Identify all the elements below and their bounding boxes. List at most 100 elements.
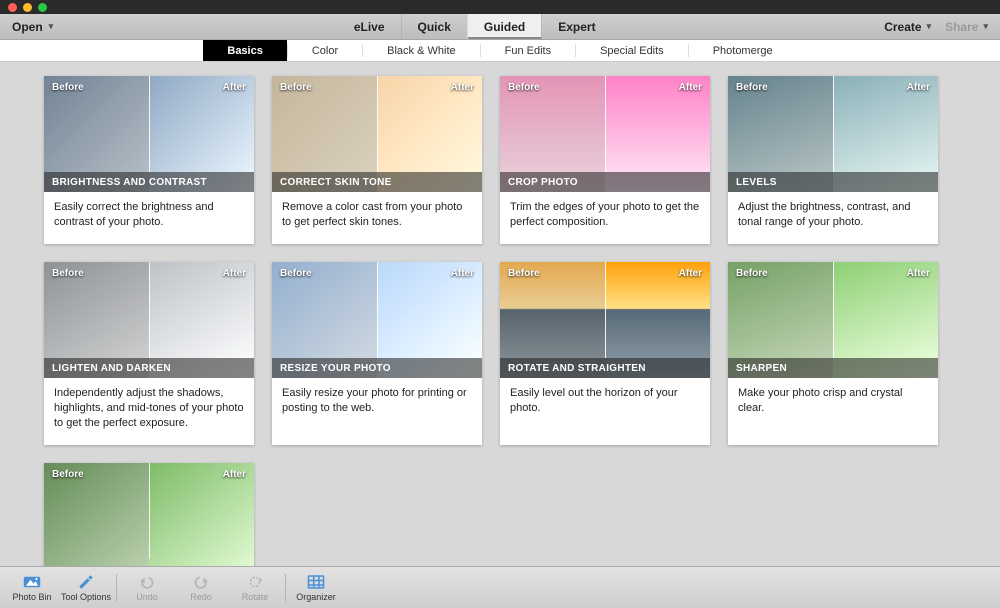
undo-icon xyxy=(138,574,156,590)
card-description: Remove a color cast from your photo to g… xyxy=(272,192,482,244)
chevron-down-icon: ▾ xyxy=(49,21,54,32)
card-thumbnail: Before After RESIZE YOUR PHOTO xyxy=(272,262,482,378)
card-thumbnail: Before After LEVELS xyxy=(728,76,938,192)
card-vignette-effect[interactable]: Before After xyxy=(44,463,254,566)
subtab-photomerge[interactable]: Photomerge xyxy=(689,40,797,61)
card-thumbnail: Before After xyxy=(44,463,254,566)
right-actions: Create ▾ Share ▾ xyxy=(884,14,1000,39)
card-description: Make your photo crisp and crystal clear. xyxy=(728,378,938,430)
subtab-label: Basics xyxy=(227,45,262,57)
toolbar-separator xyxy=(116,574,117,602)
before-label: Before xyxy=(52,82,84,93)
card-thumbnail: Before After CORRECT SKIN TONE xyxy=(272,76,482,192)
card-title: BRIGHTNESS AND CONTRAST xyxy=(44,172,254,192)
after-label: After xyxy=(679,82,702,93)
card-description: Independently adjust the shadows, highli… xyxy=(44,378,254,445)
before-label: Before xyxy=(736,82,768,93)
after-label: After xyxy=(223,82,246,93)
window-close-button[interactable] xyxy=(8,3,17,12)
card-title: RESIZE YOUR PHOTO xyxy=(272,358,482,378)
mode-tab-quick[interactable]: Quick xyxy=(401,14,467,39)
subtab-black-white[interactable]: Black & White xyxy=(363,40,479,61)
toolbar-separator xyxy=(285,574,286,602)
redo-icon xyxy=(192,574,210,590)
card-description: Easily resize your photo for printing or… xyxy=(272,378,482,430)
tool-label: Tool Options xyxy=(61,592,111,602)
subtab-label: Fun Edits xyxy=(505,45,551,57)
after-label: After xyxy=(907,268,930,279)
mode-tab-elive[interactable]: eLive xyxy=(338,14,401,39)
share-menu-button: Share ▾ xyxy=(945,20,988,34)
card-crop-photo[interactable]: Before After CROP PHOTO Trim the edges o… xyxy=(500,76,710,244)
card-title: CORRECT SKIN TONE xyxy=(272,172,482,192)
subtab-color[interactable]: Color xyxy=(288,40,362,61)
open-menu-label: Open xyxy=(12,20,43,34)
card-description: Trim the edges of your photo to get the … xyxy=(500,192,710,244)
window-maximize-button[interactable] xyxy=(38,3,47,12)
window-minimize-button[interactable] xyxy=(23,3,32,12)
workspace-mode-tabs: eLive Quick Guided Expert xyxy=(338,14,612,39)
before-label: Before xyxy=(736,268,768,279)
rotate-button: Rotate xyxy=(229,574,281,602)
create-menu-label: Create xyxy=(884,20,921,34)
mode-tab-label: eLive xyxy=(354,20,385,34)
tool-label: Organizer xyxy=(296,592,336,602)
card-correct-skin-tone[interactable]: Before After CORRECT SKIN TONE Remove a … xyxy=(272,76,482,244)
subtab-label: Special Edits xyxy=(600,45,664,57)
share-menu-label: Share xyxy=(945,20,978,34)
card-levels[interactable]: Before After LEVELS Adjust the brightnes… xyxy=(728,76,938,244)
before-label: Before xyxy=(508,268,540,279)
card-title: LEVELS xyxy=(728,172,938,192)
create-menu-button[interactable]: Create ▾ xyxy=(884,20,931,34)
mode-tab-guided[interactable]: Guided xyxy=(467,14,541,39)
card-title: CROP PHOTO xyxy=(500,172,710,192)
chevron-down-icon: ▾ xyxy=(983,21,988,32)
card-thumbnail: Before After LIGHTEN AND DARKEN xyxy=(44,262,254,378)
after-label: After xyxy=(679,268,702,279)
guided-category-tabs: Basics Color Black & White Fun Edits Spe… xyxy=(0,40,1000,62)
mode-tab-expert[interactable]: Expert xyxy=(541,14,611,39)
after-label: After xyxy=(223,469,246,480)
subtab-label: Photomerge xyxy=(713,45,773,57)
chevron-down-icon: ▾ xyxy=(927,21,932,32)
card-thumbnail: Before After BRIGHTNESS AND CONTRAST xyxy=(44,76,254,192)
subtab-basics[interactable]: Basics xyxy=(203,40,286,61)
window-titlebar xyxy=(0,0,1000,14)
before-label: Before xyxy=(52,469,84,480)
bottom-toolbar: Photo Bin Tool Options Undo Redo Rotate … xyxy=(0,566,1000,608)
before-label: Before xyxy=(52,268,84,279)
guided-card-grid: Before After BRIGHTNESS AND CONTRAST Eas… xyxy=(44,76,964,566)
card-description: Adjust the brightness, contrast, and ton… xyxy=(728,192,938,244)
rotate-icon xyxy=(246,574,264,590)
after-label: After xyxy=(451,268,474,279)
after-label: After xyxy=(451,82,474,93)
guided-basics-panel: Before After BRIGHTNESS AND CONTRAST Eas… xyxy=(0,62,1000,566)
top-toolbar: Open ▾ eLive Quick Guided Expert Create … xyxy=(0,14,1000,40)
card-sharpen[interactable]: Before After SHARPEN Make your photo cri… xyxy=(728,262,938,445)
card-rotate-and-straighten[interactable]: Before After ROTATE AND STRAIGHTEN Easil… xyxy=(500,262,710,445)
tool-label: Redo xyxy=(190,592,212,602)
subtab-fun-edits[interactable]: Fun Edits xyxy=(481,40,575,61)
card-title: ROTATE AND STRAIGHTEN xyxy=(500,358,710,378)
mode-tab-label: Expert xyxy=(558,20,595,34)
mode-tab-label: Quick xyxy=(418,20,451,34)
subtab-special-edits[interactable]: Special Edits xyxy=(576,40,688,61)
before-label: Before xyxy=(280,268,312,279)
open-menu-button[interactable]: Open ▾ xyxy=(0,14,65,39)
photo-bin-button[interactable]: Photo Bin xyxy=(6,574,58,602)
subtab-label: Black & White xyxy=(387,45,455,57)
card-lighten-and-darken[interactable]: Before After LIGHTEN AND DARKEN Independ… xyxy=(44,262,254,445)
after-label: After xyxy=(907,82,930,93)
card-title: LIGHTEN AND DARKEN xyxy=(44,358,254,378)
redo-button: Redo xyxy=(175,574,227,602)
card-thumbnail: Before After SHARPEN xyxy=(728,262,938,378)
card-description: Easily level out the horizon of your pho… xyxy=(500,378,710,430)
tool-options-button[interactable]: Tool Options xyxy=(60,574,112,602)
tool-label: Rotate xyxy=(242,592,269,602)
card-thumbnail: Before After ROTATE AND STRAIGHTEN xyxy=(500,262,710,378)
card-brightness-and-contrast[interactable]: Before After BRIGHTNESS AND CONTRAST Eas… xyxy=(44,76,254,244)
organizer-button[interactable]: Organizer xyxy=(290,574,342,602)
photo-bin-icon xyxy=(23,574,41,590)
before-label: Before xyxy=(508,82,540,93)
card-resize-your-photo[interactable]: Before After RESIZE YOUR PHOTO Easily re… xyxy=(272,262,482,445)
